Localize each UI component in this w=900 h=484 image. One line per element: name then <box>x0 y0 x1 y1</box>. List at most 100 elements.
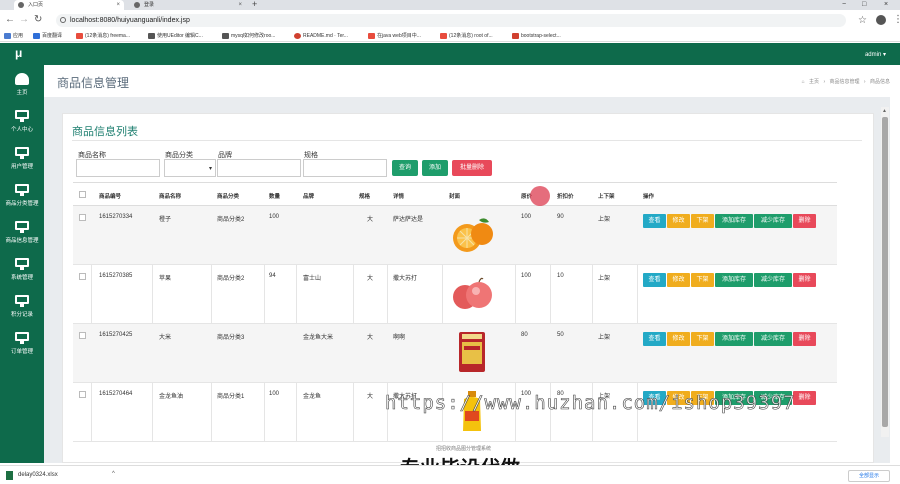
bookmark-label: 使用UEditor 编辑C... <box>157 33 203 39</box>
minimize-icon[interactable]: − <box>842 0 846 10</box>
cell-detail: 撒大苏打 <box>393 276 418 282</box>
category-select[interactable]: ▾ <box>164 159 216 177</box>
address-bar-row: ← → ↻ localhost:8080/huiyuanguanli/index… <box>0 10 900 30</box>
view-button[interactable]: 查看 <box>643 214 666 228</box>
forward-icon[interactable]: → <box>19 14 29 25</box>
column-header[interactable]: 规格 <box>359 192 370 200</box>
sidebar-item-users[interactable]: 用户管理 <box>0 147 44 183</box>
bookmark-label: README.md · Ter... <box>303 33 348 39</box>
search-button[interactable]: 查询 <box>392 160 418 176</box>
spec-input[interactable] <box>303 159 387 177</box>
bookmark-item[interactable]: 百度翻译 <box>33 31 62 41</box>
reduce-stock-button[interactable]: 减少库存 <box>754 332 792 346</box>
unlist-button[interactable]: 下架 <box>691 332 714 346</box>
scroll-thumb[interactable] <box>882 117 888 427</box>
reload-icon[interactable]: ↻ <box>34 14 42 25</box>
chevron-up-icon[interactable]: ^ <box>112 471 115 477</box>
sidebar-item-categories[interactable]: 商品分类管理 <box>0 184 44 220</box>
delete-button[interactable]: 删除 <box>793 214 816 228</box>
new-tab-icon[interactable]: + <box>252 0 257 9</box>
column-header[interactable]: 上下架 <box>598 192 615 200</box>
add-stock-button[interactable]: 添加库存 <box>715 273 753 287</box>
browser-menu-icon[interactable]: ⋮ <box>893 14 900 25</box>
row-checkbox[interactable] <box>79 332 86 339</box>
column-header[interactable]: 封面 <box>449 192 460 200</box>
sidebar-item-points[interactable]: 积分记录 <box>0 295 44 331</box>
bookmark-star-icon[interactable]: ☆ <box>858 15 867 26</box>
cell-detail: 萨达萨达是 <box>393 217 424 223</box>
browser-tab-bar: 入口页 × 登录 × + − □ × <box>0 0 900 10</box>
delete-button[interactable]: 删除 <box>793 332 816 346</box>
bookmark-item[interactable]: (12条消息) freema... <box>76 31 130 41</box>
add-stock-button[interactable]: 添加库存 <box>715 214 753 228</box>
sidebar-item-home[interactable]: 主页 <box>0 73 44 109</box>
cell-spec: 大 <box>367 335 374 341</box>
bookmark-item[interactable]: mysql如何修改roo... <box>222 31 275 41</box>
show-all-button[interactable]: 全部显示 <box>848 470 890 482</box>
profile-icon[interactable] <box>876 15 886 25</box>
delete-button[interactable]: 删除 <box>793 273 816 287</box>
breadcrumb-home[interactable]: 主页 <box>809 79 819 85</box>
footnote-text: 招招收商品图分管理系统 <box>436 446 492 452</box>
unlist-button[interactable]: 下架 <box>691 214 714 228</box>
view-button[interactable]: 查看 <box>643 332 666 346</box>
add-button[interactable]: 添加 <box>422 160 448 176</box>
browser-tab-home[interactable]: 入口页 × <box>14 0 124 10</box>
product-name-input[interactable] <box>76 159 160 177</box>
edit-button[interactable]: 修改 <box>667 214 690 228</box>
bookmark-item[interactable]: (12条消息) root of... <box>440 31 493 41</box>
bookmark-item[interactable]: 使用UEditor 编辑C... <box>148 31 203 41</box>
batch-delete-button[interactable]: 批量删除 <box>452 160 492 176</box>
column-header[interactable]: 折扣价 <box>557 192 574 200</box>
column-header[interactable]: 数量 <box>269 192 280 200</box>
column-header[interactable]: 品牌 <box>303 192 314 200</box>
column-header[interactable]: 商品名称 <box>159 192 181 200</box>
column-header[interactable]: 商品分类 <box>217 192 239 200</box>
cell-category: 商品分类1 <box>217 394 245 400</box>
url-field[interactable]: localhost:8080/huiyuanguanli/index.jsp <box>56 14 846 27</box>
reduce-stock-button[interactable]: 减少库存 <box>754 273 792 287</box>
cell-spec: 大 <box>367 276 374 282</box>
column-header[interactable]: 详情 <box>393 192 404 200</box>
bookmark-item[interactable]: bootstrap-select... <box>512 31 561 41</box>
sidebar-item-products[interactable]: 商品信息管理 <box>0 221 44 257</box>
sidebar-item-label: 主页 <box>16 90 28 96</box>
cell-detail: 啊啊 <box>393 335 406 341</box>
bookmark-item[interactable]: README.md · Ter... <box>294 31 348 41</box>
chevron-down-icon: ▾ <box>208 166 212 172</box>
unlist-button[interactable]: 下架 <box>691 273 714 287</box>
reduce-stock-button[interactable]: 减少库存 <box>754 214 792 228</box>
user-menu[interactable]: admin ▾ <box>865 51 886 58</box>
download-item[interactable]: delay0324.xlsx <box>18 472 58 478</box>
maximize-icon[interactable]: □ <box>862 0 866 10</box>
sidebar-item-profile[interactable]: 个人中心 <box>0 110 44 146</box>
select-all-checkbox[interactable] <box>79 191 86 198</box>
view-button[interactable]: 查看 <box>643 273 666 287</box>
scroll-up-icon[interactable]: ▲ <box>882 108 887 114</box>
edit-button[interactable]: 修改 <box>667 273 690 287</box>
scrollbar[interactable]: ▲ <box>881 107 889 437</box>
edit-button[interactable]: 修改 <box>667 332 690 346</box>
bookmark-item[interactable]: 在java web项目中... <box>368 31 421 41</box>
back-icon[interactable]: ← <box>5 14 15 25</box>
add-stock-button[interactable]: 添加库存 <box>715 332 753 346</box>
close-icon[interactable]: × <box>238 0 242 10</box>
cell-status: 上架 <box>598 217 611 223</box>
breadcrumb-section[interactable]: 商品信息管理 <box>830 79 860 85</box>
brand-input[interactable] <box>217 159 301 177</box>
browser-tab-login[interactable]: 登录 × <box>130 0 246 10</box>
cell-brand: 富士山 <box>303 276 322 282</box>
sidebar-item-orders[interactable]: 订单管理 <box>0 332 44 368</box>
bookmark-apps[interactable]: 应用 <box>4 31 23 41</box>
column-header[interactable]: 商品编号 <box>99 192 121 200</box>
panel-title: 商品信息列表 <box>72 126 138 138</box>
row-checkbox[interactable] <box>79 391 86 398</box>
sidebar-item-system[interactable]: 系统管理 <box>0 258 44 294</box>
close-icon[interactable]: × <box>116 0 120 10</box>
cell-discount: 90 <box>557 214 564 220</box>
window-close-icon[interactable]: × <box>884 0 888 10</box>
delete-button[interactable]: 删除 <box>793 391 816 405</box>
globe-icon <box>18 2 24 8</box>
row-checkbox[interactable] <box>79 273 86 280</box>
row-checkbox[interactable] <box>79 214 86 221</box>
